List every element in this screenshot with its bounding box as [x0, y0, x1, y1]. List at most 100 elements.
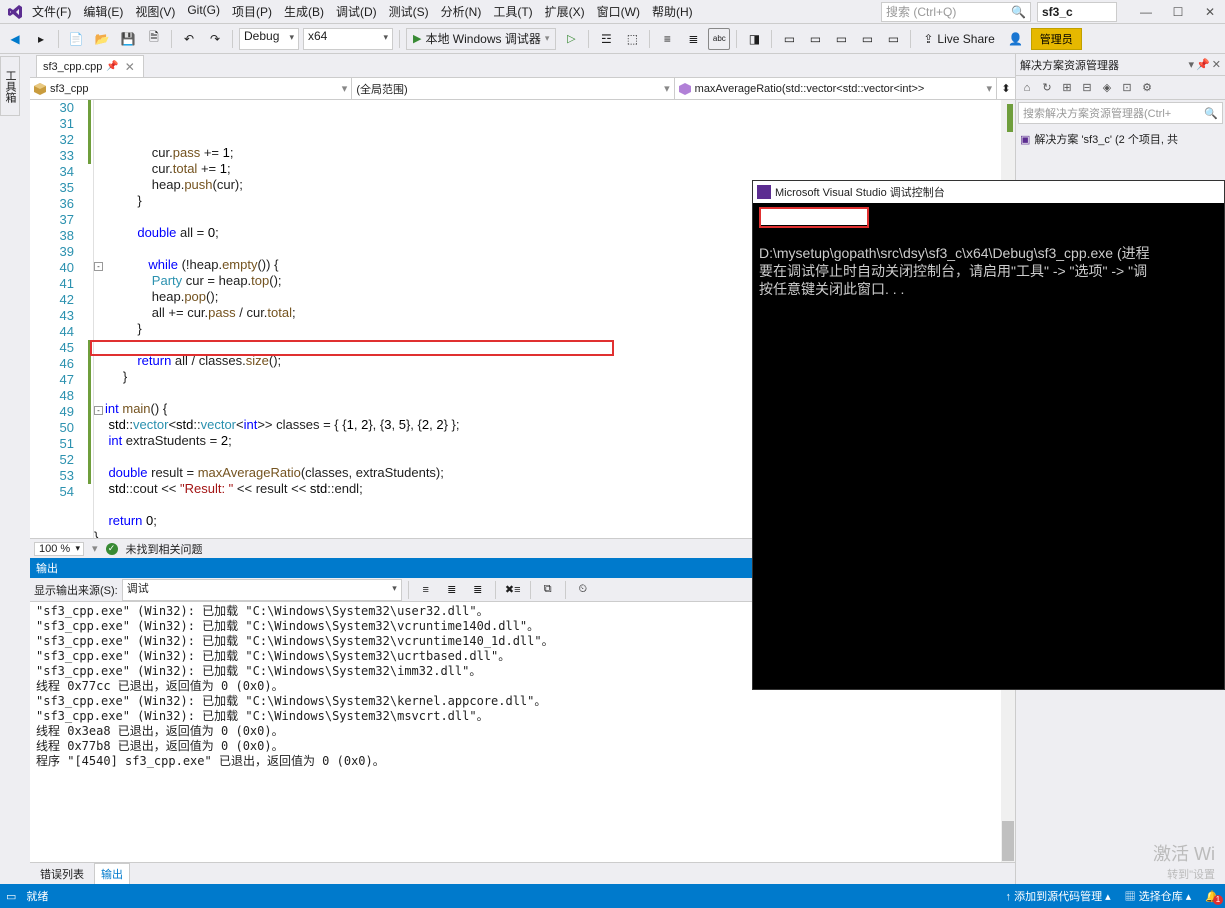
- se-pin-icon[interactable]: 📌: [1196, 58, 1210, 71]
- close-tab-icon[interactable]: ✕: [123, 60, 137, 74]
- back-button[interactable]: ◀: [4, 28, 26, 50]
- forward-button[interactable]: ▸: [30, 28, 52, 50]
- start-no-debug-icon[interactable]: ▷: [560, 28, 582, 50]
- output-tb-5[interactable]: ⏲: [572, 579, 594, 601]
- status-bar: ▭ 就绪 ↑ 添加到源代码管理 ▴ ▦ 选择仓库 ▴ 🔔1: [0, 884, 1225, 908]
- repo-select-button[interactable]: ▦ 选择仓库 ▴: [1125, 888, 1192, 904]
- output-tabs: 错误列表 输出: [30, 862, 1015, 884]
- search-box[interactable]: 搜索 (Ctrl+Q)🔍: [881, 2, 1031, 22]
- zoom-select[interactable]: 100 %: [34, 542, 84, 556]
- tab-error-list[interactable]: 错误列表: [34, 864, 90, 884]
- menu-项目(P)[interactable]: 项目(P): [226, 0, 278, 23]
- menu-帮助(H)[interactable]: 帮助(H): [646, 0, 699, 23]
- toolbox-tab[interactable]: 工具箱: [0, 56, 20, 116]
- platform-select[interactable]: x64: [303, 28, 393, 50]
- se-tb-6[interactable]: ⊡: [1118, 79, 1136, 97]
- file-tab[interactable]: sf3_cpp.cpp 📌 ✕: [36, 55, 144, 77]
- tab-output[interactable]: 输出: [94, 863, 130, 884]
- status-icon: ▭: [6, 890, 16, 903]
- nav-project[interactable]: sf3_cpp▾: [30, 78, 352, 99]
- method-icon: [679, 83, 691, 95]
- output-tb-1[interactable]: ≡: [415, 579, 437, 601]
- minimize-icon[interactable]: —: [1131, 2, 1161, 22]
- output-tb-3[interactable]: ≣: [467, 579, 489, 601]
- nav-member[interactable]: maxAverageRatio(std::vector<std::vector<…: [675, 78, 997, 99]
- change-margin: [80, 100, 94, 538]
- se-tb-2[interactable]: ↻: [1038, 79, 1056, 97]
- tb-icon-2[interactable]: ⬚: [621, 28, 643, 50]
- tb-icon-3[interactable]: ≡: [656, 28, 678, 50]
- menu-编辑(E)[interactable]: 编辑(E): [77, 0, 129, 23]
- se-tb-4[interactable]: ⊟: [1078, 79, 1096, 97]
- vs-logo-icon: [4, 1, 26, 23]
- notifications-icon[interactable]: 🔔1: [1205, 890, 1219, 903]
- live-share-button[interactable]: ⇪Live Share: [917, 28, 1000, 50]
- solution-search[interactable]: 搜索解决方案资源管理器(Ctrl+🔍: [1018, 102, 1223, 124]
- undo-icon[interactable]: ↶: [178, 28, 200, 50]
- tb-icon-4[interactable]: ≣: [682, 28, 704, 50]
- menu-生成(B)[interactable]: 生成(B): [278, 0, 330, 23]
- nav-bar: sf3_cpp▾ (全局范围)▾ maxAverageRatio(std::ve…: [30, 78, 1015, 100]
- output-source-select[interactable]: 调试: [122, 579, 402, 601]
- output-tb-4[interactable]: ⧉: [537, 579, 559, 601]
- account-icon[interactable]: 👤: [1005, 28, 1027, 50]
- se-tb-5[interactable]: ◈: [1098, 79, 1116, 97]
- open-icon[interactable]: 📂: [91, 28, 113, 50]
- split-icon[interactable]: ⬍: [997, 78, 1015, 99]
- solution-icon: ▣: [1020, 133, 1030, 146]
- tb-icon-1[interactable]: ☲: [595, 28, 617, 50]
- menu-Git(G)[interactable]: Git(G): [181, 0, 226, 23]
- maximize-icon[interactable]: ☐: [1163, 2, 1193, 22]
- close-icon[interactable]: ✕: [1195, 2, 1225, 22]
- solution-toolbar: ⌂ ↻ ⊞ ⊟ ◈ ⊡ ⚙: [1016, 76, 1225, 100]
- se-close-icon[interactable]: ✕: [1212, 58, 1221, 71]
- se-tb-7[interactable]: ⚙: [1138, 79, 1156, 97]
- debug-console-body: Result: 0.783333 D:\mysetup\gopath\src\d…: [753, 203, 1224, 303]
- tb-icon-5[interactable]: abc: [708, 28, 730, 50]
- search-icon: 🔍: [1204, 107, 1218, 120]
- debug-console-window[interactable]: Microsoft Visual Studio 调试控制台 Result: 0.…: [752, 180, 1225, 690]
- menu-视图(V)[interactable]: 视图(V): [129, 0, 181, 23]
- tb-icon-6[interactable]: ◨: [743, 28, 765, 50]
- save-icon[interactable]: 💾: [117, 28, 139, 50]
- solution-name[interactable]: sf3_c: [1037, 2, 1117, 22]
- vs-icon: [757, 185, 771, 199]
- menu-items: 文件(F)编辑(E)视图(V)Git(G)项目(P)生成(B)调试(D)测试(S…: [26, 0, 699, 23]
- menu-bar: 文件(F)编辑(E)视图(V)Git(G)项目(P)生成(B)调试(D)测试(S…: [0, 0, 1225, 24]
- toolbar: ◀ ▸ 📄 📂 💾 🗎 ↶ ↷ Debug x64 ▶ 本地 Windows 调…: [0, 24, 1225, 54]
- pin-icon[interactable]: 📌: [106, 61, 118, 72]
- tb-icon-10[interactable]: ▭: [856, 28, 878, 50]
- se-dropdown-icon[interactable]: ▾: [1189, 58, 1195, 71]
- start-debug-button[interactable]: ▶ 本地 Windows 调试器 ▾: [406, 28, 556, 50]
- new-file-icon[interactable]: 📄: [65, 28, 87, 50]
- solution-explorer-title: 解决方案资源管理器: [1020, 57, 1119, 73]
- debug-console-titlebar[interactable]: Microsoft Visual Studio 调试控制台: [753, 181, 1224, 203]
- menu-调试(D)[interactable]: 调试(D): [330, 0, 383, 23]
- tb-icon-8[interactable]: ▭: [804, 28, 826, 50]
- menu-扩展(X)[interactable]: 扩展(X): [539, 0, 591, 23]
- tb-icon-11[interactable]: ▭: [882, 28, 904, 50]
- output-tb-2[interactable]: ≣: [441, 579, 463, 601]
- save-all-icon[interactable]: 🗎: [143, 28, 165, 50]
- menu-测试(S)[interactable]: 测试(S): [383, 0, 435, 23]
- tb-icon-9[interactable]: ▭: [830, 28, 852, 50]
- menu-窗口(W)[interactable]: 窗口(W): [591, 0, 646, 23]
- menu-工具(T)[interactable]: 工具(T): [487, 0, 538, 23]
- redo-icon[interactable]: ↷: [204, 28, 226, 50]
- admin-badge: 管理员: [1031, 28, 1082, 50]
- window-controls: — ☐ ✕: [1131, 2, 1225, 22]
- tb-icon-7[interactable]: ▭: [778, 28, 800, 50]
- source-control-button[interactable]: ↑ 添加到源代码管理 ▴: [1006, 888, 1111, 904]
- output-clear-icon[interactable]: ✖≡: [502, 579, 524, 601]
- menu-文件(F)[interactable]: 文件(F): [26, 0, 77, 23]
- config-select[interactable]: Debug: [239, 28, 299, 50]
- status-ready: 就绪: [26, 888, 48, 904]
- nav-scope[interactable]: (全局范围)▾: [352, 78, 674, 99]
- ok-icon: ✓: [106, 543, 118, 555]
- se-home-icon[interactable]: ⌂: [1018, 79, 1036, 97]
- menu-分析(N)[interactable]: 分析(N): [435, 0, 488, 23]
- search-icon: 🔍: [1011, 5, 1026, 19]
- solution-tree[interactable]: ▣ 解决方案 'sf3_c' (2 个项目, 共: [1016, 126, 1225, 152]
- tab-strip: sf3_cpp.cpp 📌 ✕: [30, 54, 1015, 78]
- se-tb-3[interactable]: ⊞: [1058, 79, 1076, 97]
